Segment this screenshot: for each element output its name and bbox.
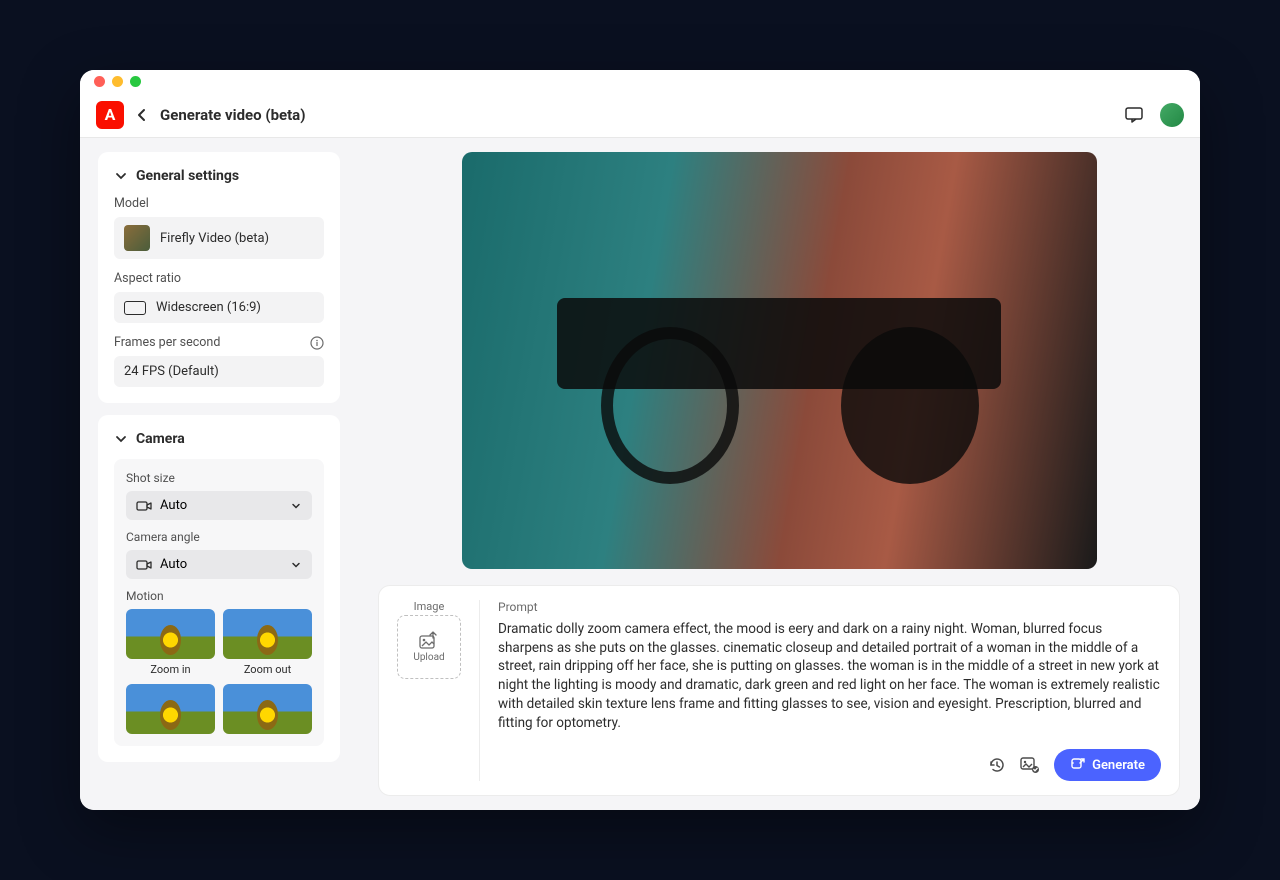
image-upload-label: Image: [414, 600, 445, 613]
fps-value: 24 FPS (Default): [124, 364, 219, 379]
motion-item[interactable]: [223, 684, 312, 734]
motion-item[interactable]: [126, 684, 215, 734]
fps-label: Frames per second: [114, 335, 324, 350]
aspect-ratio-value: Widescreen (16:9): [156, 300, 261, 315]
general-settings-title: General settings: [136, 168, 239, 184]
image-check-icon: [1020, 756, 1040, 774]
motion-thumbnail: [126, 609, 215, 659]
close-window-button[interactable]: [94, 76, 105, 87]
image-upload-box: Image Upload: [397, 600, 461, 781]
video-preview[interactable]: [462, 152, 1097, 569]
motion-thumbnail: [223, 684, 312, 734]
back-button[interactable]: [134, 107, 150, 123]
aspect-ratio-label: Aspect ratio: [114, 271, 324, 286]
minimize-window-button[interactable]: [112, 76, 123, 87]
model-label: Model: [114, 196, 324, 211]
camera-angle-dropdown[interactable]: Auto: [126, 550, 312, 579]
model-value: Firefly Video (beta): [160, 231, 269, 246]
generate-icon: [1070, 757, 1086, 773]
camera-icon: [136, 499, 152, 513]
prompt-textarea[interactable]: Dramatic dolly zoom camera effect, the m…: [498, 620, 1161, 733]
user-avatar[interactable]: [1160, 103, 1184, 127]
chevron-down-icon: [290, 500, 302, 512]
app-logo: A: [96, 101, 124, 129]
camera-toggle[interactable]: Camera: [114, 431, 324, 447]
app-window: A Generate video (beta) General settings…: [80, 70, 1200, 810]
motion-item-label: Zoom in: [126, 663, 215, 676]
prompt-actions: Generate: [498, 749, 1161, 781]
chevron-down-icon: [114, 432, 128, 446]
shot-size-label: Shot size: [126, 471, 312, 485]
camera-title: Camera: [136, 431, 185, 447]
main-content: Image Upload Prompt Dramatic dolly zoom …: [358, 138, 1200, 810]
camera-icon: [136, 558, 152, 572]
sidebar: General settings Model Firefly Video (be…: [80, 138, 358, 810]
camera-angle-value: Auto: [160, 557, 187, 572]
chevron-down-icon: [290, 559, 302, 571]
camera-subpanel: Shot size Auto Camera angle Auto Motion: [114, 459, 324, 746]
generate-button[interactable]: Generate: [1054, 749, 1161, 781]
shot-size-value: Auto: [160, 498, 187, 513]
upload-icon: [418, 630, 440, 650]
camera-panel: Camera Shot size Auto Camera angle Auto: [98, 415, 340, 762]
image-upload-area[interactable]: Upload: [397, 615, 461, 679]
header: A Generate video (beta): [80, 92, 1200, 138]
motion-thumbnail: [223, 609, 312, 659]
image-settings-button[interactable]: [1020, 756, 1040, 774]
history-button[interactable]: [988, 756, 1006, 774]
prompt-column: Prompt Dramatic dolly zoom camera effect…: [479, 600, 1161, 781]
model-thumbnail: [124, 225, 150, 251]
motion-grid: Zoom in Zoom out: [126, 609, 312, 734]
maximize-window-button[interactable]: [130, 76, 141, 87]
motion-item-zoom-in[interactable]: Zoom in: [126, 609, 215, 676]
chevron-down-icon: [114, 169, 128, 183]
aspect-ratio-icon: [124, 301, 146, 315]
fps-selector[interactable]: 24 FPS (Default): [114, 356, 324, 387]
comment-icon: [1124, 105, 1144, 125]
page-title: Generate video (beta): [160, 106, 305, 124]
aspect-ratio-selector[interactable]: Widescreen (16:9): [114, 292, 324, 323]
history-icon: [988, 756, 1006, 774]
prompt-section: Image Upload Prompt Dramatic dolly zoom …: [378, 585, 1180, 796]
motion-item-label: Zoom out: [223, 663, 312, 676]
general-settings-panel: General settings Model Firefly Video (be…: [98, 152, 340, 403]
generate-label: Generate: [1092, 758, 1145, 773]
camera-angle-label: Camera angle: [126, 530, 312, 544]
comment-button[interactable]: [1124, 105, 1144, 125]
prompt-label: Prompt: [498, 600, 1161, 614]
motion-label: Motion: [126, 589, 312, 603]
motion-item-zoom-out[interactable]: Zoom out: [223, 609, 312, 676]
upload-text: Upload: [413, 652, 444, 663]
chevron-left-icon: [134, 107, 150, 123]
titlebar: [80, 70, 1200, 92]
info-icon[interactable]: [310, 336, 324, 350]
shot-size-dropdown[interactable]: Auto: [126, 491, 312, 520]
motion-thumbnail: [126, 684, 215, 734]
general-settings-toggle[interactable]: General settings: [114, 168, 324, 184]
model-selector[interactable]: Firefly Video (beta): [114, 217, 324, 259]
